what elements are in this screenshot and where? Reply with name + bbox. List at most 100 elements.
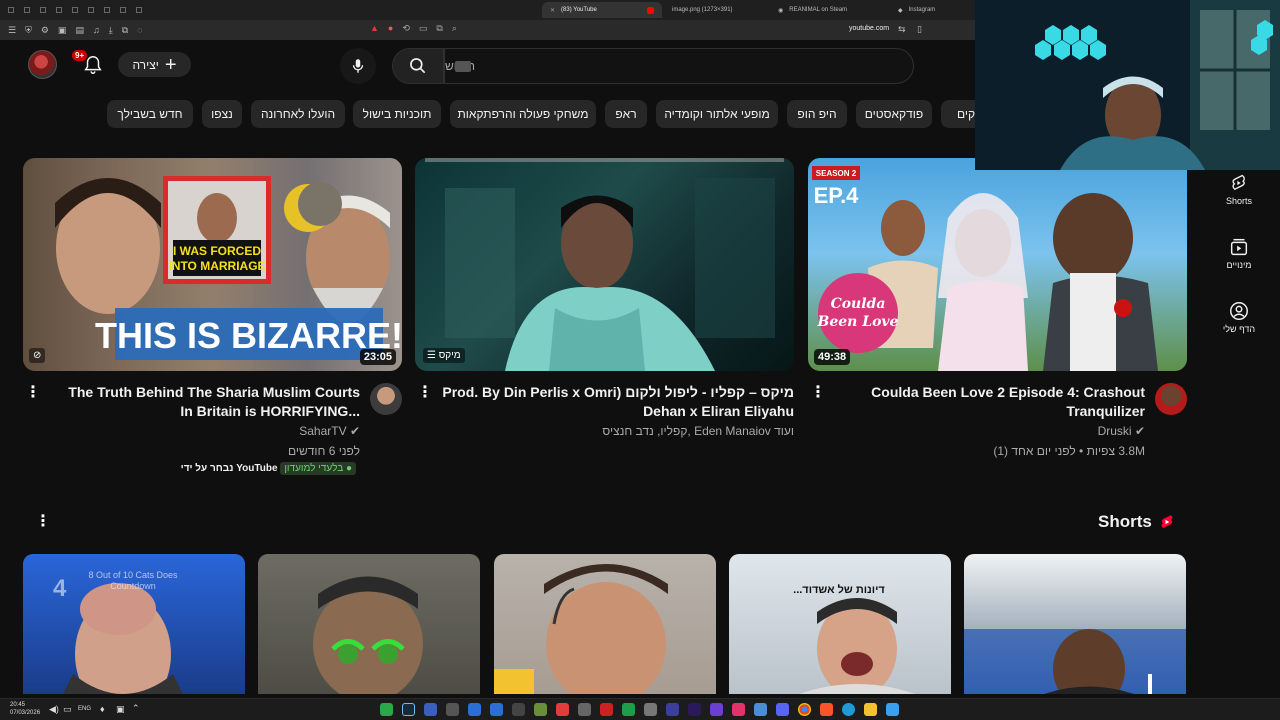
thumbnail-art: I WAS FORCED INTO MARRIAGE THIS IS BIZAR… — [23, 158, 402, 371]
app-icon[interactable] — [512, 703, 525, 716]
system-clock[interactable]: 20:45 07/03/2026 — [10, 701, 40, 717]
app-icon[interactable] — [380, 703, 393, 716]
tab-steam[interactable]: ◉ REANIMAL on Steam — [770, 2, 855, 18]
sidebar-icon[interactable]: ▤ — [75, 25, 84, 36]
extension-icon[interactable]: ⧉ — [436, 23, 442, 34]
network-icon[interactable]: ▭ — [63, 704, 72, 715]
short-card[interactable] — [258, 554, 480, 694]
chat-icon[interactable]: ◌ — [137, 25, 142, 36]
app-icon[interactable] — [556, 703, 569, 716]
short-card[interactable]: 4 8 Out of 10 Cats Does Countdown — [23, 554, 245, 694]
short-card[interactable]: דיונות של אשדוד... — [729, 554, 951, 694]
chip-cooking-shows[interactable]: תוכניות בישול — [353, 100, 441, 128]
app-icon[interactable] — [644, 703, 657, 716]
chrome-app-icon[interactable] — [798, 703, 811, 716]
chip-watched[interactable]: נצפו — [202, 100, 242, 128]
voice-search-button[interactable] — [340, 48, 376, 84]
extension-icon[interactable]: ▲ — [370, 23, 379, 34]
guide-you[interactable]: הדף שלי — [1214, 300, 1264, 334]
video-title[interactable]: Coulda Been Love 2 Episode 4: Crashout T… — [848, 383, 1145, 421]
account-avatar[interactable] — [28, 50, 57, 79]
chip-improv-comedy[interactable]: מופעי אלתור וקומדיה — [656, 100, 778, 128]
app-icon[interactable] — [666, 703, 679, 716]
video-title[interactable]: The Truth Behind The Sharia Muslim Court… — [63, 383, 360, 421]
premiere-app-icon[interactable] — [688, 703, 701, 716]
keyboard-icon[interactable] — [455, 61, 471, 72]
close-tab-icon[interactable]: ✕ — [550, 7, 555, 14]
extension-icon[interactable]: ⟲ — [402, 23, 410, 34]
download-icon[interactable]: ⤓ — [109, 25, 113, 36]
short-card[interactable] — [964, 554, 1186, 694]
translate-icon[interactable]: ⇆ — [898, 24, 906, 35]
music-app-icon[interactable] — [732, 703, 745, 716]
extension-icon[interactable]: ▭ — [419, 23, 428, 34]
more-options-icon[interactable]: ⋮ — [810, 385, 826, 401]
discord-app-icon[interactable] — [776, 703, 789, 716]
bookmark-icon[interactable]: ▯ — [917, 24, 922, 35]
more-options-icon[interactable]: ⋮ — [25, 385, 41, 401]
screenshot-icon[interactable]: ⧉ — [122, 25, 128, 36]
search-icon[interactable]: ⌕ — [452, 23, 457, 34]
app-icon[interactable] — [710, 703, 723, 716]
svg-text:SEASON 2: SEASON 2 — [816, 169, 857, 178]
mic-tray-icon[interactable]: ♦ — [100, 704, 105, 714]
app-icon[interactable] — [424, 703, 437, 716]
channel-name[interactable]: קפליו, נדב חנציס, Eden Manaiov ועוד — [435, 422, 794, 440]
app-icon[interactable] — [446, 703, 459, 716]
video-title[interactable]: מיקס – קפליו - ליפול ולקום (Prod. By Din… — [435, 383, 794, 421]
shield-icon[interactable]: ⛨ — [25, 25, 32, 36]
app-icon[interactable] — [534, 703, 547, 716]
tray-overflow-icon[interactable]: ⌃ — [132, 703, 140, 714]
video-thumbnail[interactable]: ☰ מיקס — [415, 158, 794, 371]
microphone-icon — [352, 59, 364, 73]
chip-new-for-you[interactable]: חדש בשבילך — [107, 100, 193, 128]
window-icon[interactable]: ▣ — [58, 25, 67, 36]
video-thumbnail[interactable]: I WAS FORCED INTO MARRIAGE THIS IS BIZAR… — [23, 158, 402, 371]
settings-icon[interactable]: ⚙ — [41, 25, 49, 36]
search-input[interactable]: חיפוש — [444, 48, 914, 84]
menu-icon[interactable]: ☰ — [8, 25, 16, 36]
app-icon[interactable] — [600, 703, 613, 716]
guide-shorts[interactable]: Shorts — [1214, 172, 1264, 206]
chip-rap[interactable]: ראפ — [605, 100, 647, 128]
chip-podcasts[interactable]: פודקאסטים — [856, 100, 932, 128]
windows-app-icon[interactable] — [886, 703, 899, 716]
app-icon[interactable] — [622, 703, 635, 716]
shorts-more-options-icon[interactable]: ⋮ — [35, 514, 51, 530]
notifications-button[interactable]: 9+ — [72, 50, 104, 76]
youtube-pick-badge: נבחר על ידי YouTube — [180, 463, 278, 474]
video-meta: 3.8M צפיות • לפני יום אחד (1) — [993, 444, 1145, 458]
channel-avatar[interactable] — [370, 383, 402, 415]
channel-name[interactable]: SaharTV ✔ — [63, 422, 360, 440]
app-icon[interactable] — [490, 703, 503, 716]
tray-icon[interactable]: ▣ — [116, 704, 125, 715]
channel-name[interactable]: Druski ✔ — [848, 422, 1145, 440]
search-button[interactable] — [392, 48, 444, 84]
create-button[interactable]: יצירה + — [118, 52, 191, 77]
url-text[interactable]: youtube.com — [849, 25, 889, 32]
tab-image[interactable]: image.png (1273×391) — [664, 2, 741, 18]
verified-icon: ✔ — [1134, 424, 1145, 438]
tab-youtube[interactable]: ✕ (83) YouTube — [542, 2, 662, 18]
short-card[interactable] — [494, 554, 716, 694]
edge-app-icon[interactable] — [842, 703, 855, 716]
language-indicator[interactable]: ENG — [78, 706, 91, 712]
music-icon[interactable]: ♫ — [93, 25, 100, 36]
app-icon[interactable] — [754, 703, 767, 716]
steam-app-icon[interactable] — [402, 703, 415, 716]
svg-text:Been Love: Been Love — [817, 314, 899, 330]
app-icon[interactable] — [468, 703, 481, 716]
chip-action-adventure-games[interactable]: משחקי פעולה והרפתקאות — [450, 100, 596, 128]
video-thumbnail[interactable]: SEASON 2 EP.4 Coulda Been Love 49:38 — [808, 158, 1187, 371]
guide-subscriptions[interactable]: מינויים — [1214, 236, 1264, 270]
chip-hip-hop[interactable]: היפ הופ — [787, 100, 847, 128]
app-icon[interactable] — [578, 703, 591, 716]
volume-icon[interactable]: ◀) — [49, 704, 59, 715]
extension-icon[interactable]: ● — [388, 23, 393, 34]
chip-recently-uploaded[interactable]: הועלו לאחרונה — [251, 100, 345, 128]
folder-app-icon[interactable] — [864, 703, 877, 716]
channel-avatar[interactable] — [1155, 383, 1187, 415]
tab-instagram[interactable]: ◆ Instagram — [890, 2, 943, 18]
more-options-icon[interactable]: ⋮ — [417, 385, 433, 401]
brave-app-icon[interactable] — [820, 703, 833, 716]
